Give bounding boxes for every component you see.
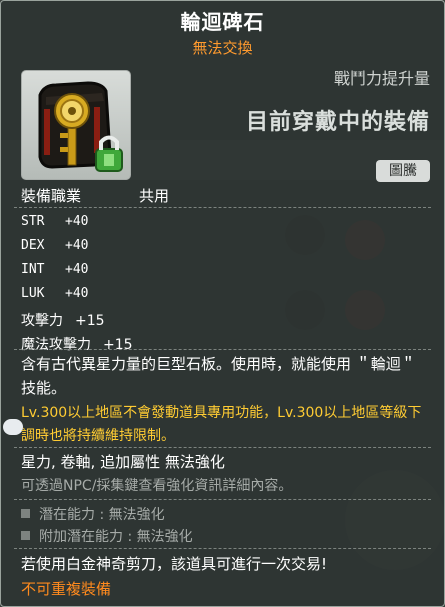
combat-power-value: 目前穿戴中的裝備 bbox=[245, 110, 430, 135]
stone-tablet-with-golden-lock-icon bbox=[38, 81, 123, 172]
stat-value: +40 bbox=[65, 286, 89, 301]
additional-potential-text: 附加潛在能力 : 無法強化 bbox=[39, 529, 193, 545]
divider bbox=[14, 349, 431, 350]
stat-value: +40 bbox=[65, 238, 89, 253]
stat-row: INT +40 bbox=[21, 262, 133, 286]
stat-row: DEX +40 bbox=[21, 238, 133, 262]
job-label: 裝備職業 bbox=[21, 187, 82, 205]
stat-value: +15 bbox=[75, 313, 105, 329]
trade-status: 無法交換 bbox=[192, 39, 253, 57]
item-description: 含有古代異星力量的巨型石板。使用時，就能使用 ＂輪迴＂技能。 bbox=[21, 355, 416, 397]
combat-power-label: 戰鬥力提升量 bbox=[333, 69, 430, 88]
stat-name: STR bbox=[21, 214, 45, 229]
job-value: 共用 bbox=[139, 187, 170, 205]
additional-potential-row: 附加潛在能力 : 無法強化 bbox=[21, 526, 193, 546]
divider bbox=[14, 207, 431, 208]
enhancement-status: 星力, 卷軸, 追加屬性 無法強化 bbox=[21, 453, 225, 471]
stat-value: +40 bbox=[65, 262, 89, 277]
potential-checkbox-icon bbox=[21, 509, 30, 518]
item-name: 輪迴碑石 bbox=[180, 10, 265, 34]
stat-value: +15 bbox=[103, 337, 133, 353]
stat-list: STR +40 DEX +40 INT +40 LUK +40 攻擊力 +15 魔法攻擊力… bbox=[21, 214, 133, 358]
stat-name: 攻擊力 bbox=[21, 313, 63, 329]
divider bbox=[14, 447, 431, 448]
potential-text: 潛在能力 : 無法強化 bbox=[39, 507, 165, 523]
stat-row: STR +40 bbox=[21, 214, 133, 238]
stat-row: 攻擊力 +15 bbox=[21, 310, 133, 334]
stat-value: +40 bbox=[65, 214, 89, 229]
enhancement-note: 可透過NPC/採集鍵查看強化資訊詳細內容。 bbox=[21, 478, 293, 494]
potential-row: 潛在能力 : 無法強化 bbox=[21, 504, 165, 524]
no-reequip-note: 不可重複裝備 bbox=[21, 580, 112, 598]
stat-name: LUK bbox=[21, 286, 45, 301]
stat-name: DEX bbox=[21, 238, 45, 253]
additional-potential-checkbox-icon bbox=[21, 531, 30, 540]
divider bbox=[14, 548, 431, 549]
job-requirement: 裝備職業 共用 bbox=[21, 185, 169, 206]
job-tag-badge: 圖騰 bbox=[376, 160, 430, 182]
scissors-trade-note: 若使用白金神奇剪刀，該道具可進行一次交易! bbox=[21, 555, 328, 573]
level-restriction-warning: Lv.300以上地區不會發動道具專用功能，Lv.300以上地區等級下調時也將持續… bbox=[21, 405, 422, 444]
speech-bubble-icon bbox=[3, 419, 23, 435]
stat-name: INT bbox=[21, 262, 45, 277]
item-tooltip: 輪迴碑石 無法交換 戰鬥力提升量 目前穿戴中的裝備 圖騰 裝備職業 共用 STR… bbox=[0, 0, 445, 607]
item-icon-frame bbox=[21, 70, 131, 180]
stat-name: 魔法攻擊力 bbox=[21, 337, 91, 353]
divider bbox=[14, 499, 431, 500]
stat-row: LUK +40 bbox=[21, 286, 133, 310]
